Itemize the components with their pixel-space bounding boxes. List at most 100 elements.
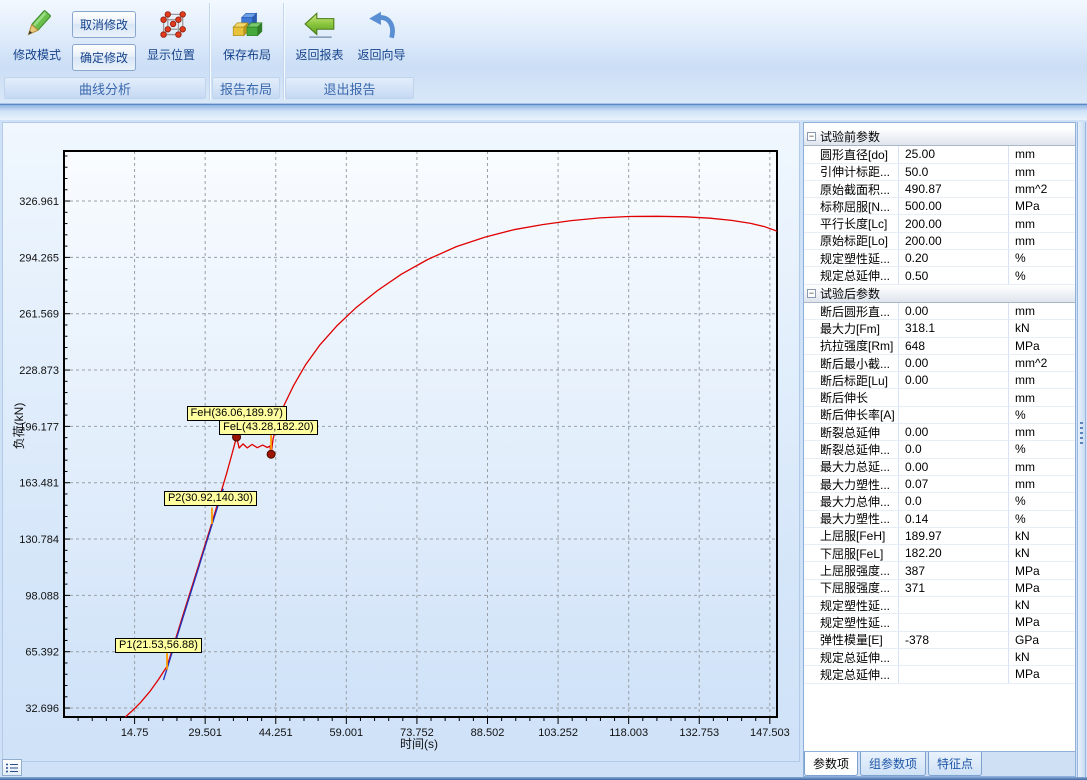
param-unit: mm [1009,303,1075,320]
param-section-header[interactable]: −试验后参数 [804,285,1075,303]
param-unit: % [1009,250,1075,267]
param-row[interactable]: 弹性模量[E]-378GPa [804,632,1075,649]
curve-chart-panel: 14.7529.50144.25159.00173.75288.502103.2… [2,122,800,762]
param-unit: MPa [1009,666,1075,683]
param-value: 371 [899,580,1009,597]
param-unit: mm [1009,476,1075,493]
show-position-label: 显示位置 [147,46,195,63]
param-unit: mm [1009,424,1075,441]
param-name: 上屈服[FeH] [804,528,899,545]
param-value: 0.14 [899,511,1009,528]
param-unit: GPa [1009,632,1075,649]
param-row[interactable]: 最大力塑性...0.07mm [804,476,1075,493]
param-unit: mm [1009,164,1075,181]
param-unit: mm [1009,233,1075,250]
ribbon-group-curve-analysis: 曲线分析 [4,77,206,99]
param-row[interactable]: 最大力总伸...0.0% [804,493,1075,510]
param-row[interactable]: 原始标距[Lo]200.00mm [804,233,1075,250]
param-row[interactable]: 规定总延伸...0.50% [804,267,1075,284]
param-name: 圆形直径[do] [804,146,899,163]
param-row[interactable]: 断后圆形直...0.00mm [804,303,1075,320]
y-tick-label: 163.481 [19,478,59,490]
param-row[interactable]: 圆形直径[do]25.00mm [804,146,1075,163]
return-report-button[interactable]: 返回报表 [289,4,350,76]
param-value: 0.07 [899,476,1009,493]
param-unit: MPa [1009,562,1075,579]
param-name: 规定总延伸... [804,649,899,666]
tab-parameter-items[interactable]: 参数项 [804,752,858,776]
feature-point-dot[interactable] [267,450,275,458]
curve-feature-label[interactable]: P2(30.92,140.30) [164,491,257,506]
param-unit: mm [1009,146,1075,163]
return-wizard-button[interactable]: 返回向导 [351,4,412,76]
param-row[interactable]: 上屈服强度...387MPa [804,562,1075,579]
param-row[interactable]: 断裂总延伸...0.0% [804,441,1075,458]
param-row[interactable]: 抗拉强度[Rm]648MPa [804,338,1075,355]
tab-group-parameter-items[interactable]: 组参数项 [860,752,926,776]
group-label: 曲线分析 [79,79,131,98]
param-value: 0.20 [899,250,1009,267]
param-row[interactable]: 最大力总延...0.00mm [804,459,1075,476]
param-row[interactable]: 规定塑性延...0.20% [804,250,1075,267]
param-row[interactable]: 最大力[Fm]318.1kN [804,320,1075,337]
param-name: 最大力塑性... [804,511,899,528]
param-row[interactable]: 断后最小截...0.00mm^2 [804,355,1075,372]
param-row[interactable]: 上屈服[FeH]189.97kN [804,528,1075,545]
param-value: -378 [899,632,1009,649]
list-toggle-button[interactable] [2,759,22,776]
param-row[interactable]: 断后标距[Lu]0.00mm [804,372,1075,389]
tab-feature-points[interactable]: 特征点 [928,752,982,776]
confirm-modify-button[interactable]: 确定修改 [72,44,136,71]
cancel-modify-button[interactable]: 取消修改 [72,11,136,38]
param-row[interactable]: 断后伸长率[A]% [804,407,1075,424]
tab-label: 特征点 [937,755,973,772]
curve-feature-label[interactable]: FeL(43.28,182.20) [219,420,318,435]
param-name: 弹性模量[E] [804,632,899,649]
ribbon-group-exit-report: 退出报告 [285,77,414,99]
modify-mode-button[interactable]: 修改模式 [6,4,68,76]
group-label: 退出报告 [323,79,375,98]
collapse-minus-icon[interactable]: − [807,132,816,141]
param-name: 标称屈服[N... [804,198,899,215]
param-name: 最大力总伸... [804,493,899,510]
curve-feature-label[interactable]: FeH(36.06,189.97) [187,406,287,421]
param-row[interactable]: 规定总延伸...MPa [804,666,1075,683]
param-row[interactable]: 平行长度[Lc]200.00mm [804,215,1075,232]
param-row[interactable]: 规定总延伸...kN [804,649,1075,666]
param-value: 490.87 [899,181,1009,198]
save-layout-button[interactable]: 保存布局 [216,4,278,76]
ribbon-separator [283,3,284,100]
right-splitter-handle[interactable] [1077,122,1086,777]
y-tick-label: 32.696 [25,703,59,715]
lattice-icon [154,8,188,42]
param-name: 规定总延伸... [804,267,899,284]
collapse-minus-icon[interactable]: − [807,289,816,298]
param-unit: % [1009,511,1075,528]
param-name: 引伸计标距... [804,164,899,181]
param-row[interactable]: 规定塑性延...kN [804,597,1075,614]
tab-label: 参数项 [813,755,849,772]
param-unit: % [1009,493,1075,510]
param-row[interactable]: 标称屈服[N...500.00MPa [804,198,1075,215]
x-tick-label: 118.003 [609,727,648,739]
param-row[interactable]: 规定塑性延...MPa [804,614,1075,631]
tab-label: 组参数项 [869,755,917,772]
param-row[interactable]: 断后伸长mm [804,389,1075,406]
param-row[interactable]: 最大力塑性...0.14% [804,511,1075,528]
param-unit: MPa [1009,198,1075,215]
curve-feature-label[interactable]: P1(21.53,56.88) [115,638,202,653]
cubes-icon [230,8,264,42]
param-section-header[interactable]: −试验前参数 [804,128,1075,146]
x-axis-title: 时间(s) [359,735,479,752]
param-row[interactable]: 下屈服[FeL]182.20kN [804,545,1075,562]
param-row[interactable]: 断裂总延伸0.00mm [804,424,1075,441]
param-row[interactable]: 下屈服强度...371MPa [804,580,1075,597]
param-unit: % [1009,267,1075,284]
show-position-button[interactable]: 显示位置 [140,4,202,76]
param-name: 断后伸长率[A] [804,407,899,424]
x-tick-label: 44.251 [259,727,293,739]
param-value: 318.1 [899,320,1009,337]
param-row[interactable]: 引伸计标距...50.0mm [804,164,1075,181]
param-row[interactable]: 原始截面积...490.87mm^2 [804,181,1075,198]
ribbon-group-report-layout: 报告布局 [212,77,280,99]
